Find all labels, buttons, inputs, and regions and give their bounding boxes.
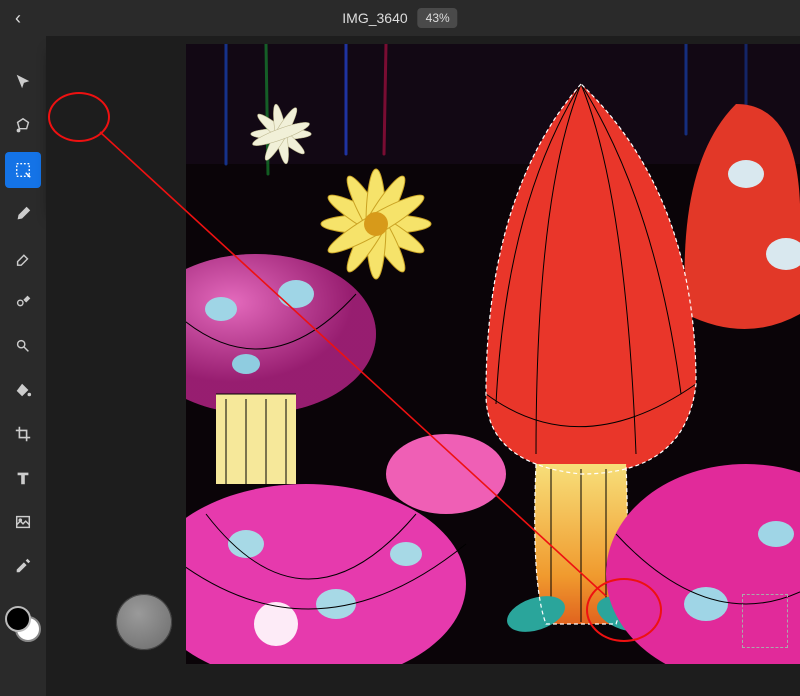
back-button[interactable]: ‹ bbox=[0, 0, 36, 36]
dodge-tool[interactable] bbox=[5, 328, 41, 364]
document-title-group: IMG_3640 43% bbox=[342, 8, 457, 28]
image-canvas[interactable] bbox=[186, 44, 800, 664]
place-image-tool[interactable] bbox=[5, 504, 41, 540]
clone-stamp-tool[interactable] bbox=[5, 284, 41, 320]
crop-tool[interactable] bbox=[5, 416, 41, 452]
brush-tool[interactable] bbox=[5, 196, 41, 232]
brush-size-indicator[interactable] bbox=[116, 594, 172, 650]
added-rect-selection bbox=[742, 594, 788, 648]
color-swatches[interactable] bbox=[5, 606, 41, 642]
top-bar: ‹ IMG_3640 43% bbox=[0, 0, 800, 36]
lasso-tool[interactable] bbox=[5, 108, 41, 144]
foreground-color-swatch[interactable] bbox=[5, 606, 31, 632]
move-tool[interactable] bbox=[5, 64, 41, 100]
eyedropper-tool[interactable] bbox=[5, 548, 41, 584]
eraser-tool[interactable] bbox=[5, 240, 41, 276]
editor-stage bbox=[46, 36, 800, 672]
canvas-image bbox=[186, 44, 800, 664]
type-tool[interactable] bbox=[5, 460, 41, 496]
left-toolbar bbox=[0, 36, 46, 696]
zoom-level[interactable]: 43% bbox=[418, 8, 458, 28]
document-title: IMG_3640 bbox=[342, 10, 407, 26]
marquee-tool[interactable] bbox=[5, 152, 41, 188]
fill-tool[interactable] bbox=[5, 372, 41, 408]
